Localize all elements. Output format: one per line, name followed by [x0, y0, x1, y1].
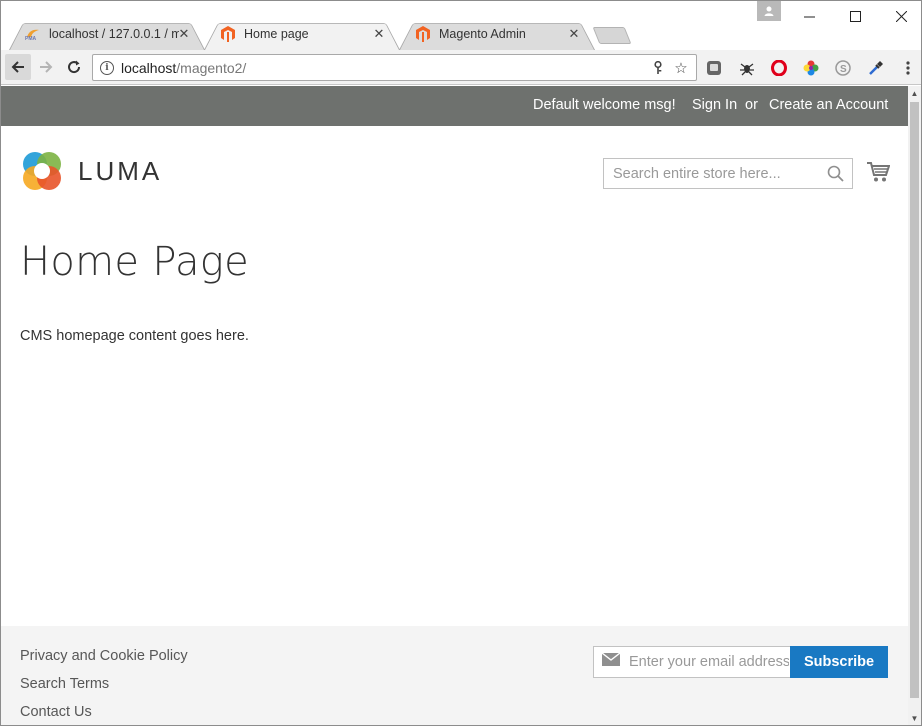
close-window-button[interactable] [883, 1, 919, 31]
forward-button[interactable] [33, 54, 59, 80]
bug-icon[interactable] [738, 59, 756, 77]
tab-strip: PMA localhost / 127.0.0.1 / ma ✕ Home pa… [1, 1, 921, 50]
scroll-up-icon[interactable]: ▲ [910, 89, 919, 99]
envelope-icon [601, 652, 621, 671]
newsletter-email-input[interactable] [629, 654, 789, 670]
profile-icon[interactable] [757, 1, 781, 21]
maximize-button[interactable] [837, 1, 873, 31]
cart-icon[interactable] [866, 161, 891, 188]
pocket-icon[interactable] [705, 59, 723, 77]
menu-icon[interactable] [899, 59, 917, 77]
browser-toolbar: i localhost/magento2/ ☆ S [1, 50, 921, 85]
eyedropper-icon[interactable] [867, 59, 885, 77]
page-viewport: Default welcome msg! Sign In or Create a… [1, 86, 908, 725]
close-icon[interactable]: ✕ [177, 26, 191, 42]
cms-content: CMS homepage content goes here. [20, 328, 249, 344]
subscribe-button[interactable]: Subscribe [790, 646, 888, 678]
magento-icon [220, 26, 236, 42]
info-icon[interactable]: i [100, 60, 114, 75]
new-tab-button[interactable] [592, 27, 632, 44]
welcome-message: Default welcome msg! [533, 97, 676, 113]
or-text: or [745, 97, 758, 113]
reload-button[interactable] [61, 54, 87, 80]
tab-label: Home page [244, 27, 309, 41]
logo-text: LUMA [78, 155, 163, 186]
create-account-link[interactable]: Create an Account [769, 97, 888, 113]
svg-text:PMA: PMA [25, 36, 37, 41]
footer-link-search-terms[interactable]: Search Terms [20, 676, 109, 692]
sign-in-link[interactable]: Sign In [692, 97, 737, 113]
url-text: localhost/magento2/ [121, 59, 247, 76]
magento-icon [415, 26, 431, 42]
color-wheel-icon[interactable] [802, 59, 820, 77]
store-panel-header: Default welcome msg! Sign In or Create a… [1, 86, 908, 126]
phpmyadmin-icon: PMA [25, 26, 41, 42]
newsletter-field [593, 646, 791, 678]
footer-link-contact[interactable]: Contact Us [20, 704, 92, 720]
luma-logo-icon [23, 152, 61, 190]
search-input[interactable] [604, 159, 814, 188]
key-icon[interactable] [650, 60, 666, 76]
tab-magento-admin[interactable]: Magento Admin ✕ [399, 18, 595, 50]
page-title: Home Page [20, 239, 249, 285]
close-icon[interactable]: ✕ [372, 26, 386, 42]
skype-icon[interactable]: S [834, 59, 852, 77]
store-search [603, 158, 853, 189]
page-scrollbar[interactable]: ▲ ▼ [908, 86, 921, 725]
tab-home-page[interactable]: Home page ✕ [204, 18, 400, 50]
address-bar[interactable]: i localhost/magento2/ ☆ [92, 54, 697, 81]
opera-icon[interactable] [770, 59, 788, 77]
scrollbar-thumb[interactable] [910, 102, 919, 698]
search-icon[interactable] [827, 165, 844, 187]
minimize-button[interactable] [791, 1, 827, 31]
luma-logo[interactable]: LUMA [20, 149, 162, 193]
tab-label: Magento Admin [439, 27, 526, 41]
star-icon[interactable]: ☆ [673, 60, 689, 77]
scroll-down-icon[interactable]: ▼ [910, 714, 919, 724]
svg-text:S: S [840, 64, 847, 75]
back-button[interactable] [5, 54, 31, 80]
browser-window: PMA localhost / 127.0.0.1 / ma ✕ Home pa… [0, 0, 922, 726]
close-icon[interactable]: ✕ [567, 26, 581, 42]
footer-link-privacy[interactable]: Privacy and Cookie Policy [20, 648, 188, 664]
tab-phpmyadmin[interactable]: PMA localhost / 127.0.0.1 / ma ✕ [9, 18, 205, 50]
store-footer: Privacy and Cookie Policy Search Terms C… [1, 626, 908, 725]
tab-label: localhost / 127.0.0.1 / ma [49, 27, 179, 41]
